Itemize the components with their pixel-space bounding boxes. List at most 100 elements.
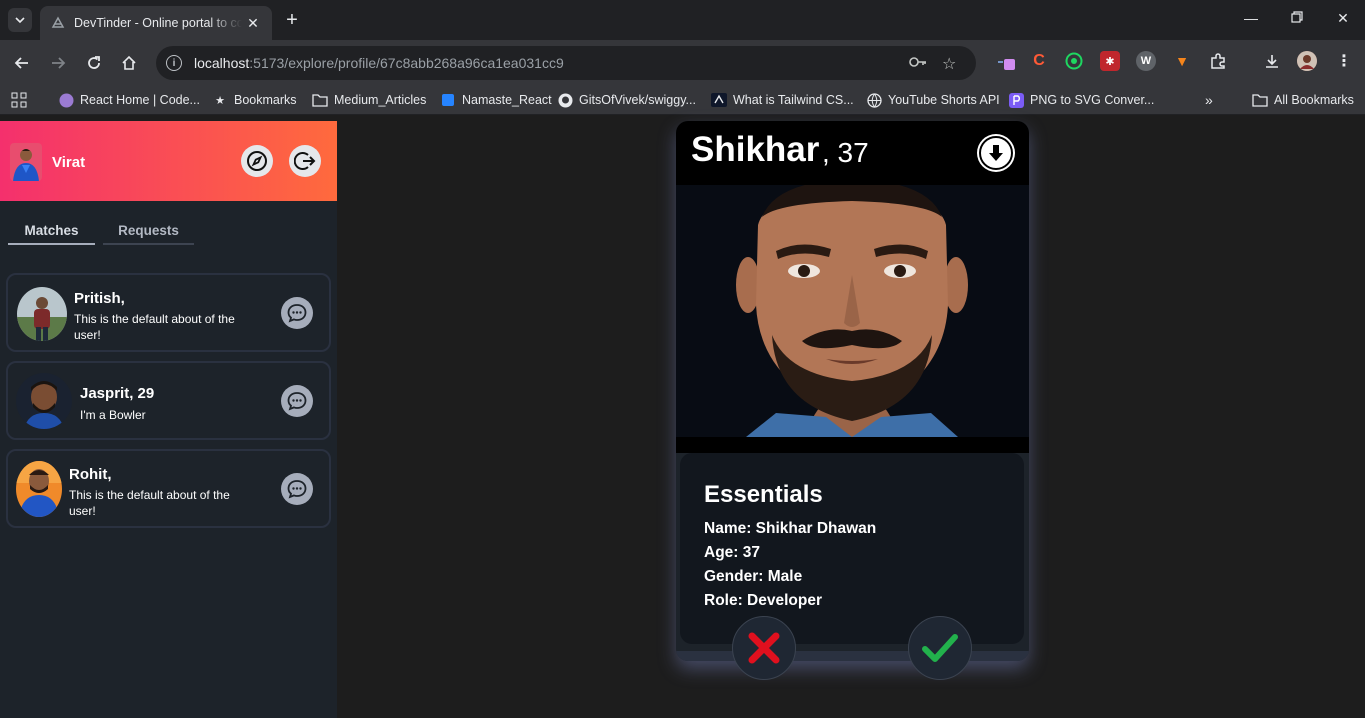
bookmark-label: All Bookmarks xyxy=(1274,93,1354,107)
bookmark-gitsofvivek[interactable]: GitsOfVivek/swiggy... xyxy=(557,92,696,108)
extensions-puzzle-icon[interactable] xyxy=(1208,51,1228,71)
tab-requests[interactable]: Requests xyxy=(103,218,194,245)
devtinder-app: Virat Matches Requests Pritish, This is … xyxy=(0,121,1365,718)
sidebar: Virat Matches Requests Pritish, This is … xyxy=(0,121,337,718)
chat-button[interactable] xyxy=(281,385,313,417)
avatar xyxy=(17,287,67,341)
chevron-down-icon xyxy=(15,17,25,24)
chat-button[interactable] xyxy=(281,297,313,329)
profile-field-age: Age: 37 xyxy=(704,544,760,561)
restore-icon[interactable] xyxy=(1287,10,1307,26)
star-icon: ★ xyxy=(215,94,225,107)
download-profile-button[interactable] xyxy=(979,136,1013,170)
password-key-icon[interactable] xyxy=(908,54,928,75)
current-user-name: Virat xyxy=(52,154,86,171)
all-bookmarks-folder[interactable]: All Bookmarks xyxy=(1252,92,1354,108)
extension-w-icon[interactable]: W xyxy=(1136,51,1156,71)
browser-tab[interactable]: DevTinder - Online portal to connect dev… xyxy=(40,6,272,40)
apps-grid-icon[interactable] xyxy=(11,92,27,108)
cross-icon xyxy=(748,632,780,664)
profile-card: Shikhar , 37 Essentials Name: Shikhar Dh… xyxy=(676,121,1029,661)
close-tab-icon[interactable]: ✕ xyxy=(244,15,262,32)
folder-icon xyxy=(312,92,328,108)
bookmark-bookmarks[interactable]: ★ Bookmarks xyxy=(212,92,297,108)
profile-field-role: Role: Developer xyxy=(704,592,823,609)
profile-card-header: Shikhar , 37 xyxy=(676,121,1029,185)
tailwind-favicon-icon xyxy=(711,92,727,108)
chat-bubble-icon xyxy=(287,392,307,411)
avatar xyxy=(16,461,62,517)
bookmark-label: GitsOfVivek/swiggy... xyxy=(579,93,696,107)
accept-button[interactable] xyxy=(908,616,972,680)
bookmark-label: What is Tailwind CS... xyxy=(733,93,854,107)
profile-photo xyxy=(676,185,1029,437)
photo-divider xyxy=(676,437,1029,453)
tab-search-button[interactable] xyxy=(8,8,32,32)
arrow-down-icon xyxy=(989,145,1003,161)
sidebar-header: Virat xyxy=(0,121,337,201)
extension-purple-icon[interactable] xyxy=(996,51,1016,71)
connection-about: I'm a Bowler xyxy=(80,408,146,422)
extension-c-icon[interactable]: C xyxy=(1029,51,1049,71)
profile-field-gender: Gender: Male xyxy=(704,568,803,585)
bookmark-tailwind[interactable]: What is Tailwind CS... xyxy=(711,92,854,108)
bookmark-namaste-react[interactable]: Namaste_React xyxy=(440,92,552,108)
extension-red-icon[interactable]: ✱ xyxy=(1100,51,1120,71)
connection-name: Rohit, xyxy=(69,466,112,483)
close-window-icon[interactable]: ✕ xyxy=(1333,10,1353,27)
tab-matches[interactable]: Matches xyxy=(8,218,95,245)
explore-button[interactable] xyxy=(241,145,273,177)
browser-tab-bar: DevTinder - Online portal to connect dev… xyxy=(0,0,1365,40)
connection-card[interactable]: Rohit, This is the default about of the … xyxy=(6,449,331,528)
profile-age: , 37 xyxy=(822,137,869,168)
url-host: localhost xyxy=(194,55,250,71)
reload-icon[interactable] xyxy=(83,52,105,74)
devtinder-favicon-icon xyxy=(50,15,66,31)
bookmark-medium-articles[interactable]: Medium_Articles xyxy=(312,92,426,108)
connection-card[interactable]: Pritish, This is the default about of th… xyxy=(6,273,331,352)
download-icon[interactable] xyxy=(1262,51,1282,71)
profile-avatar[interactable] xyxy=(1297,51,1317,71)
site-info-icon[interactable]: i xyxy=(166,55,182,71)
bookmark-youtube-shorts-api[interactable]: YouTube Shorts API xyxy=(866,92,1000,108)
jira-favicon-icon xyxy=(440,92,456,108)
chat-button[interactable] xyxy=(281,473,313,505)
github-icon xyxy=(557,92,573,108)
address-bar[interactable]: i localhost:5173/explore/profile/67c8abb… xyxy=(156,46,976,80)
more-bookmarks-icon[interactable]: » xyxy=(1205,92,1213,108)
compass-icon xyxy=(247,151,267,171)
bookmark-label: YouTube Shorts API xyxy=(888,93,1000,107)
menu-kebab-icon[interactable]: ⋮ xyxy=(1334,51,1354,71)
minimize-icon[interactable]: — xyxy=(1241,10,1261,26)
connection-about: This is the default about of the user! xyxy=(74,312,235,342)
reject-button[interactable] xyxy=(732,616,796,680)
bookmark-star-icon[interactable]: ☆ xyxy=(942,54,956,74)
bookmarks-bar: React Home | Code... ★ Bookmarks Medium_… xyxy=(0,86,1365,115)
avatar-favicon-icon xyxy=(58,92,74,108)
card-bottom-edge xyxy=(676,651,1029,661)
globe-icon xyxy=(866,92,882,108)
connection-card[interactable]: Jasprit, 29 I'm a Bowler xyxy=(6,361,331,440)
checkmark-icon xyxy=(922,634,958,662)
home-icon[interactable] xyxy=(118,52,140,74)
bookmark-png-to-svg[interactable]: PNG to SVG Conver... xyxy=(1008,92,1154,108)
new-tab-button[interactable]: + xyxy=(282,9,302,32)
png-svg-favicon-icon xyxy=(1008,92,1024,108)
url-path: :5173/explore/profile/67c8abb268a96ca1ea… xyxy=(249,55,564,71)
folder-icon xyxy=(1252,92,1268,108)
bookmark-label: Medium_Articles xyxy=(334,93,427,107)
logout-button[interactable] xyxy=(289,145,321,177)
logout-icon xyxy=(294,152,316,170)
profile-field-name: Name: Shikhar Dhawan xyxy=(704,520,877,537)
bookmark-react-home[interactable]: React Home | Code... xyxy=(58,92,200,108)
bookmark-label: Namaste_React xyxy=(462,93,552,107)
essentials-title: Essentials xyxy=(704,481,823,508)
bookmark-label: Bookmarks xyxy=(234,93,297,107)
avatar xyxy=(16,373,72,429)
forward-icon[interactable] xyxy=(47,52,69,74)
profile-name: Shikhar xyxy=(691,130,820,169)
extension-target-icon[interactable] xyxy=(1064,51,1084,71)
chat-bubble-icon xyxy=(287,480,307,499)
extension-fox-icon[interactable]: ▼ xyxy=(1172,51,1192,71)
back-icon[interactable] xyxy=(11,52,33,74)
